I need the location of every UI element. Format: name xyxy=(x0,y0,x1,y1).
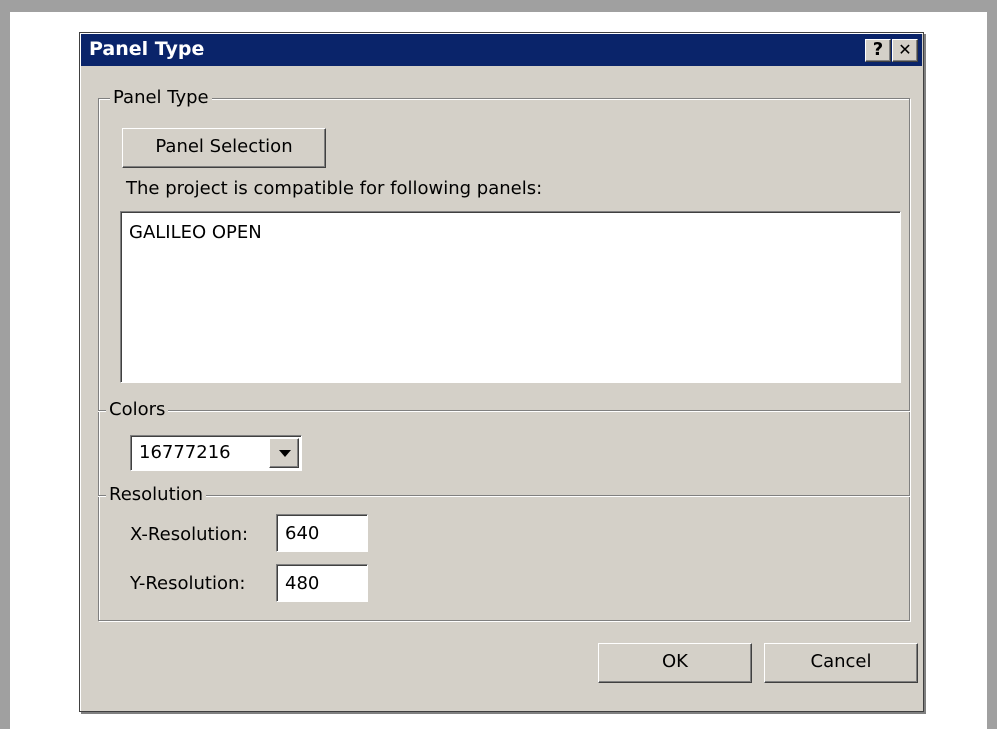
compatible-panels-list[interactable]: GALILEO OPEN xyxy=(120,211,901,383)
colors-dropdown-value: 16777216 xyxy=(139,442,231,463)
resolution-group-label: Resolution xyxy=(106,484,207,505)
help-button[interactable]: ? xyxy=(865,39,891,62)
x-resolution-label: X-Resolution: xyxy=(130,524,249,545)
panel-type-group-label: Panel Type xyxy=(110,87,212,108)
title-bar[interactable]: Panel Type ? ✕ xyxy=(81,34,922,66)
y-resolution-input[interactable]: 480 xyxy=(276,564,368,602)
close-icon: ✕ xyxy=(898,40,912,59)
list-item[interactable]: GALILEO OPEN xyxy=(129,222,262,243)
ok-label: OK xyxy=(662,651,688,672)
panel-selection-button[interactable]: Panel Selection xyxy=(122,128,326,168)
cancel-label: Cancel xyxy=(810,651,872,672)
compat-text: The project is compatible for following … xyxy=(126,178,543,199)
panel-type-dialog: Panel Type ? ✕ Panel Type Panel Selectio… xyxy=(79,32,924,712)
cancel-button[interactable]: Cancel xyxy=(764,643,918,683)
y-resolution-value: 480 xyxy=(285,573,320,594)
colors-separator xyxy=(98,410,910,411)
x-resolution-input[interactable]: 640 xyxy=(276,514,368,552)
resolution-separator xyxy=(98,495,910,496)
x-resolution-value: 640 xyxy=(285,523,320,544)
chevron-down-icon[interactable] xyxy=(269,438,299,468)
ok-button[interactable]: OK xyxy=(598,643,752,683)
y-resolution-label: Y-Resolution: xyxy=(130,573,246,594)
close-button[interactable]: ✕ xyxy=(892,39,918,62)
dialog-title: Panel Type xyxy=(89,38,205,60)
help-icon: ? xyxy=(872,39,884,60)
colors-group-label: Colors xyxy=(106,399,169,420)
colors-dropdown[interactable]: 16777216 xyxy=(130,435,302,471)
panel-selection-label: Panel Selection xyxy=(155,136,293,157)
